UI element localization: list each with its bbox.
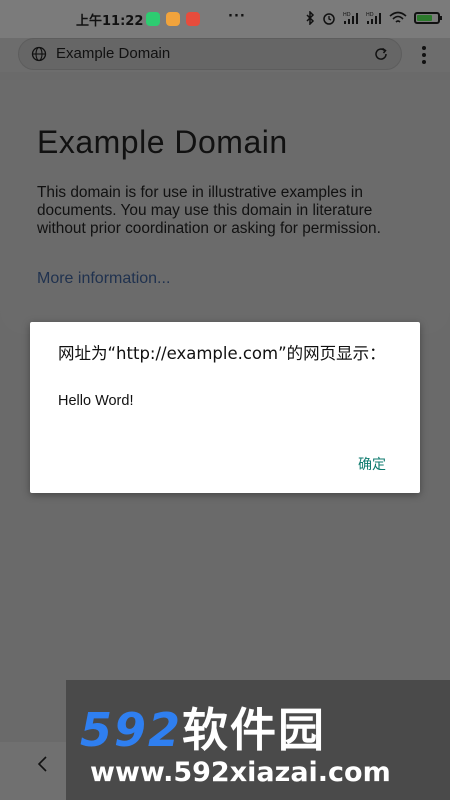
dialog-message: Hello Word! [58, 393, 134, 409]
more-options-icon[interactable] [420, 46, 428, 64]
status-bar: 上午11:22 ··· HD HD [0, 0, 450, 38]
signal-icon: HD [343, 12, 358, 24]
page-paragraph: This domain is for use in illustrative e… [37, 184, 381, 237]
signal-icon-2: HD [366, 12, 381, 24]
back-arrow-icon[interactable] [34, 754, 52, 774]
more-information-link[interactable]: More information... [37, 270, 170, 288]
app-notification-icon [186, 12, 200, 26]
svg-text:HD: HD [366, 12, 374, 18]
ok-button[interactable]: 确定 [358, 454, 386, 474]
more-notifications-icon: ··· [228, 9, 246, 24]
wifi-icon [389, 11, 407, 23]
dialog-title: 网址为“http://example.com”的网页显示： [58, 344, 386, 363]
reload-icon[interactable] [373, 46, 389, 62]
watermark-brand-digits: 592 [80, 703, 183, 757]
svg-text:HD: HD [343, 12, 351, 18]
battery-level [417, 15, 432, 21]
watermark-url: www.592xiazai.com [90, 757, 391, 788]
status-time: 上午11:22 [76, 14, 144, 29]
browser-toolbar: Example Domain [0, 38, 450, 72]
watermark-logo: 592软件园 [80, 694, 326, 760]
battery-icon [414, 12, 442, 24]
address-text: Example Domain [56, 45, 171, 62]
alarm-icon [323, 13, 335, 25]
wechat-notification-icon [146, 12, 160, 26]
address-bar[interactable]: Example Domain [18, 38, 402, 70]
globe-icon [31, 46, 47, 62]
alert-dialog: 网址为“http://example.com”的网页显示： Hello Word… [30, 322, 420, 493]
status-indicators: HD HD [306, 8, 442, 28]
page-heading: Example Domain [37, 124, 288, 160]
watermark-brand-cn: 软件园 [182, 703, 327, 757]
watermark: 592软件园 www.592xiazai.com [66, 680, 450, 800]
bluetooth-icon [306, 11, 315, 25]
weibo-notification-icon [166, 12, 180, 26]
